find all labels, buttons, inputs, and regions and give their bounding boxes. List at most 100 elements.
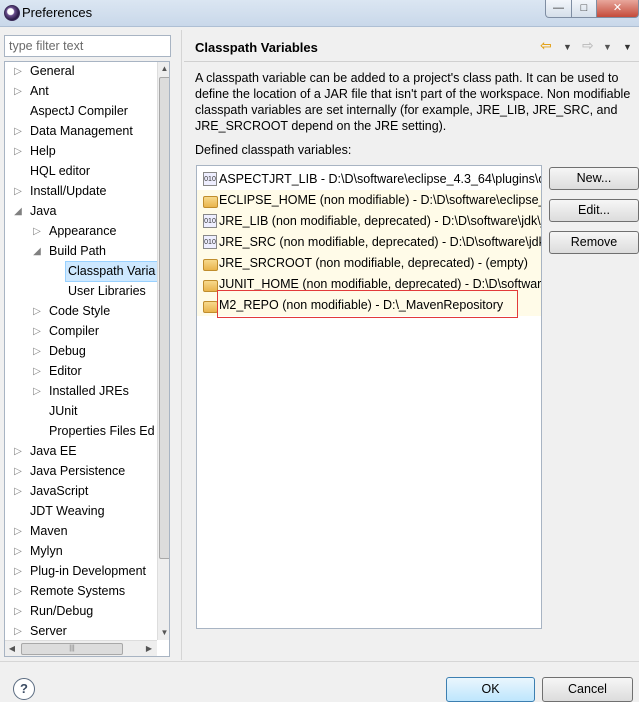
tree-item-label: Java Persistence [30,464,126,478]
help-icon[interactable]: ? [13,678,35,700]
variable-text: JUNIT_HOME (non modifiable, deprecated) … [219,277,541,291]
tree-item[interactable]: User Libraries [5,282,157,301]
tree-item[interactable]: ▷ Code Style [5,302,157,321]
tree-item[interactable]: ▷ Mylyn [5,542,157,561]
collapsed-arrow-icon[interactable]: ▷ [32,222,42,241]
tree-item-label: Classpath Varia [64,261,157,282]
collapsed-arrow-icon[interactable]: ▷ [13,62,23,81]
forward-dropdown-icon[interactable]: ▼ [603,42,612,52]
tree-item-label: JavaScript [30,484,89,498]
tree-item[interactable]: Properties Files Ed [5,422,157,441]
tree-item[interactable]: ▷ Ant [5,82,157,101]
collapsed-arrow-icon[interactable]: ▷ [32,382,42,401]
variable-row[interactable]: ECLIPSE_HOME (non modifiable) - D:\D\sof… [197,190,541,211]
collapsed-arrow-icon[interactable]: ▷ [13,442,23,461]
tree-item[interactable]: ▷ Debug [5,342,157,361]
tree-item[interactable]: ▷ Installed JREs [5,382,157,401]
tree-item-label: Ant [30,84,49,98]
filter-input[interactable] [4,35,171,57]
collapsed-arrow-icon[interactable]: ▷ [13,82,23,101]
window-title: Preferences [22,5,93,20]
tree-item[interactable]: ▷ Server [5,622,157,640]
cancel-button[interactable]: Cancel [542,677,633,702]
tree-horizontal-scrollbar[interactable]: ◀ ||| ▶ [5,640,157,656]
tree-item[interactable]: ▷ Run/Debug [5,602,157,621]
hscroll-thumb[interactable]: ||| [21,643,123,655]
collapsed-arrow-icon[interactable]: ▷ [13,562,23,581]
tree-item[interactable]: ▷ Java Persistence [5,462,157,481]
scroll-left-icon[interactable]: ◀ [5,641,19,656]
tree-item[interactable]: ▷ Compiler [5,322,157,341]
scroll-up-icon[interactable]: ▲ [158,62,169,76]
variable-row[interactable]: 010 ASPECTJRT_LIB - D:\D\software\eclipse… [197,169,541,190]
tree-item[interactable]: ◢ Build Path [5,242,157,261]
variable-row[interactable]: 010 JRE_SRC (non modifiable, deprecated) … [197,232,541,253]
maximize-button[interactable]: □ [571,0,597,18]
tree-item[interactable]: ▷ Editor [5,362,157,381]
collapsed-arrow-icon[interactable]: ▷ [13,482,23,501]
pane-divider[interactable] [181,30,182,660]
collapsed-arrow-icon[interactable]: ▷ [32,342,42,361]
tree-item-label: Maven [30,524,68,538]
tree-item[interactable]: ▷ Appearance [5,222,157,241]
tree-item[interactable]: ▷ Plug-in Development [5,562,157,581]
collapsed-arrow-icon[interactable]: ▷ [13,142,23,161]
tree-item[interactable]: JDT Weaving [5,502,157,521]
collapsed-arrow-icon[interactable]: ▷ [13,462,23,481]
expanded-arrow-icon[interactable]: ◢ [32,242,42,261]
tree-item[interactable]: ◢ Java [5,202,157,221]
folder-icon [203,259,218,271]
tree-vertical-scrollbar[interactable]: ▲ ▼ [157,62,169,640]
minimize-button[interactable]: — [545,0,572,18]
page-title: Classpath Variables [195,40,318,55]
tree-item[interactable]: ▷ Data Management [5,122,157,141]
tree-item-label: JUnit [49,404,78,418]
scroll-down-icon[interactable]: ▼ [158,626,169,640]
collapsed-arrow-icon[interactable]: ▷ [13,122,23,141]
tree-item[interactable]: ▷ General [5,62,157,81]
tree-item[interactable]: ▷ Install/Update [5,182,157,201]
collapsed-arrow-icon[interactable]: ▷ [13,602,23,621]
variable-row[interactable]: 010 JRE_LIB (non modifiable, deprecated) … [197,211,541,232]
forward-arrow-icon[interactable]: ⇨ [582,37,594,54]
tree-item[interactable]: ▷ Java EE [5,442,157,461]
collapsed-arrow-icon[interactable]: ▷ [13,622,23,640]
folder-icon [203,196,218,208]
collapsed-arrow-icon[interactable]: ▷ [13,182,23,201]
ok-button[interactable]: OK [446,677,535,702]
back-arrow-icon[interactable]: ⇦ [540,37,552,54]
edit-button[interactable]: Edit... [549,199,639,222]
back-dropdown-icon[interactable]: ▼ [563,42,572,52]
tree-item[interactable]: ▷ JavaScript [5,482,157,501]
variable-row[interactable]: JRE_SRCROOT (non modifiable, deprecated)… [197,253,541,274]
tree-item-label: Compiler [49,324,100,338]
collapsed-arrow-icon[interactable]: ▷ [32,322,42,341]
collapsed-arrow-icon[interactable]: ▷ [32,362,42,381]
tree-item[interactable]: HQL editor [5,162,157,181]
folder-icon [203,280,218,292]
tree-item-label: Editor [49,364,82,378]
tree-item[interactable]: ▷ Help [5,142,157,161]
tree-item[interactable]: AspectJ Compiler [5,102,157,121]
tree-item-label: Mylyn [30,544,63,558]
tree-item-label: Run/Debug [30,604,94,618]
tree-item[interactable]: ▷ Remote Systems [5,582,157,601]
tree-item[interactable]: Classpath Varia [5,261,157,282]
tree-item[interactable]: JUnit [5,402,157,421]
expanded-arrow-icon[interactable]: ◢ [13,202,23,221]
tree-items: ▷ General ▷ Ant AspectJ Compiler ▷ Data Manage… [5,62,157,640]
tree-item[interactable]: ▷ Maven [5,522,157,541]
close-button[interactable]: ✕ [596,0,639,18]
collapsed-arrow-icon[interactable]: ▷ [13,542,23,561]
tree-item-label: Help [30,144,56,158]
collapsed-arrow-icon[interactable]: ▷ [32,302,42,321]
remove-button[interactable]: Remove [549,231,639,254]
new-button[interactable]: New... [549,167,639,190]
scroll-right-icon[interactable]: ▶ [142,641,156,656]
tree-item-label: Debug [49,344,86,358]
scroll-thumb[interactable] [159,77,169,559]
collapsed-arrow-icon[interactable]: ▷ [13,522,23,541]
collapsed-arrow-icon[interactable]: ▷ [13,582,23,601]
classpath-variables-list[interactable]: 010 ASPECTJRT_LIB - D:\D\software\eclipse… [196,165,542,629]
view-menu-icon[interactable]: ▼ [623,42,632,52]
